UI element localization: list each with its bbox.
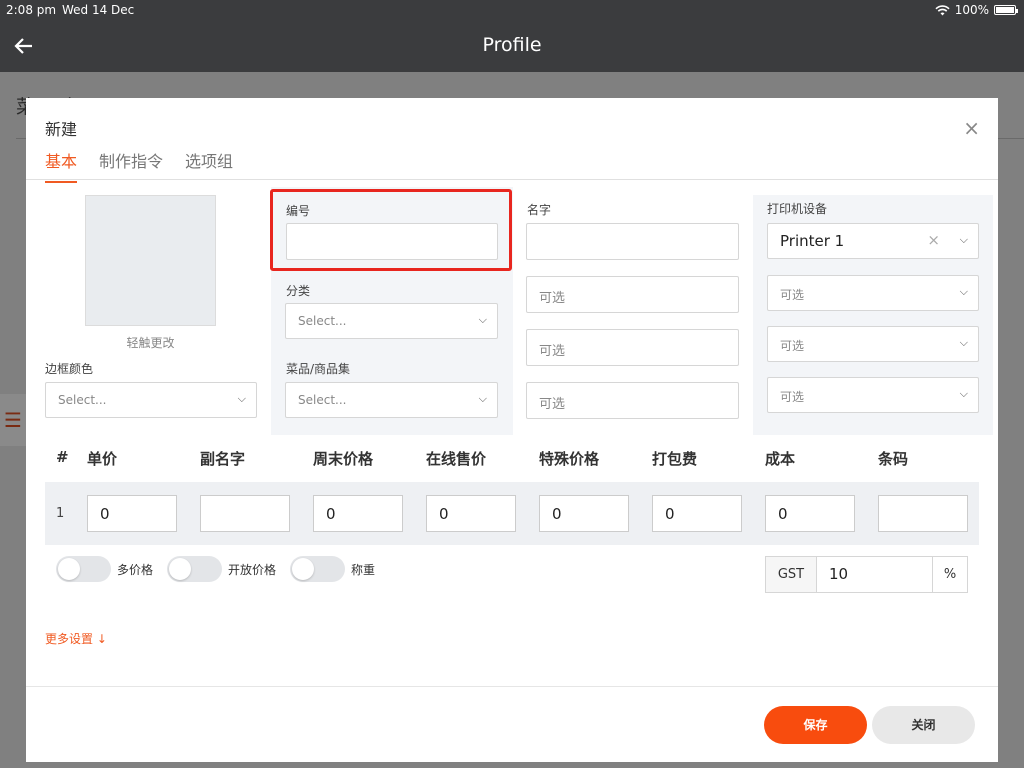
header-unit-price: 单价 [87,450,118,468]
open-price-toggle-group: 开放价格 [167,556,276,582]
header-barcode: 条码 [878,450,909,468]
status-date: Wed 14 Dec [62,3,135,17]
weighing-label: 称重 [351,562,376,577]
category-select[interactable]: Select... ⌵ [285,303,498,339]
category-placeholder: Select... [298,314,347,328]
header-weekend-price: 周末价格 [313,450,374,468]
chevron-down-icon: ⌵ [478,313,487,326]
border-color-label: 边框颜色 [45,362,94,376]
gst-label: GST [766,557,817,592]
border-color-placeholder: Select... [58,393,107,407]
gst-field: GST 10 % [765,556,968,593]
status-bar: 2:08 pm Wed 14 Dec 100% [0,0,1024,20]
battery-icon [994,5,1018,15]
item-image[interactable] [85,195,216,326]
weighing-toggle-group: 称重 [290,556,375,582]
printer-optional-1-placeholder: 可选 [780,288,805,302]
header-special-price: 特殊价格 [539,450,600,468]
new-item-modal: 新建 × 基本 制作指令 选项组 轻触更改 边框颜色 Select... ⌵ 编… [26,98,998,762]
tab-production-instructions[interactable]: 制作指令 [99,148,163,183]
printer-optional-3[interactable]: 可选 ⌵ [767,377,979,413]
chevron-down-icon: ⌵ [959,285,968,298]
multi-price-label: 多价格 [117,562,154,577]
barcode-input[interactable] [878,495,968,532]
chevron-down-icon: ⌵ [959,336,968,349]
weekend-price-input[interactable]: 0 [313,495,403,532]
wifi-icon [935,4,950,15]
printer-optional-2[interactable]: 可选 ⌵ [767,326,979,362]
open-price-toggle[interactable] [167,556,222,582]
name-label: 名字 [527,203,552,217]
border-color-select[interactable]: Select... ⌵ [45,382,257,418]
app-bar: Profile [0,20,1024,72]
code-field-highlight [270,189,512,271]
printer-optional-1[interactable]: 可选 ⌵ [767,275,979,311]
name-input[interactable] [526,223,739,260]
tab-bar: 基本 制作指令 选项组 [45,148,233,183]
collection-placeholder: Select... [298,393,347,407]
price-table-header: # 单价 副名字 周末价格 在线售价 特殊价格 打包费 成本 条码 [26,448,998,472]
chevron-down-icon: ⌵ [959,387,968,400]
packing-fee-input[interactable]: 0 [652,495,742,532]
modal-title: 新建 [45,120,78,139]
special-price-input[interactable]: 0 [539,495,629,532]
more-settings-link[interactable]: 更多设置 ↓ [45,630,107,647]
clear-icon[interactable]: × [927,231,940,249]
printer-select[interactable]: Printer 1 × ⌵ [767,223,979,259]
close-icon[interactable]: × [963,116,980,140]
category-label: 分类 [286,284,311,298]
chevron-down-icon: ⌵ [237,392,246,405]
printer-label: 打印机设备 [767,202,828,216]
gst-input[interactable]: 10 [817,557,932,592]
table-row: 1 0 0 0 0 0 0 [45,482,979,545]
unit-price-input[interactable]: 0 [87,495,177,532]
online-price-input[interactable]: 0 [426,495,516,532]
hamburger-icon: ☰ [0,394,26,446]
open-price-label: 开放价格 [228,562,277,577]
header-packing-fee: 打包费 [652,450,698,468]
battery-percent: 100% [954,3,989,17]
status-right: 100% [935,3,1018,17]
name-optional-3[interactable]: 可选 [526,382,739,419]
tabs-divider [26,179,998,180]
header-subname: 副名字 [200,450,246,468]
header-index: # [56,448,69,466]
printer-optional-2-placeholder: 可选 [780,339,805,353]
app-title: Profile [482,34,542,56]
name-optional-2[interactable]: 可选 [526,329,739,366]
printer-optional-3-placeholder: 可选 [780,390,805,404]
subname-input[interactable] [200,495,290,532]
chevron-down-icon: ⌵ [478,392,487,405]
weighing-toggle[interactable] [290,556,345,582]
cost-input[interactable]: 0 [765,495,855,532]
gst-unit: % [932,557,967,592]
collection-label: 菜品/商品集 [286,362,351,376]
image-caption: 轻触更改 [126,336,175,350]
status-time: 2:08 pm [6,3,57,17]
header-online-price: 在线售价 [426,450,487,468]
header-cost: 成本 [765,450,796,468]
tab-option-groups[interactable]: 选项组 [185,148,233,183]
chevron-down-icon: ⌵ [959,233,968,246]
collection-select[interactable]: Select... ⌵ [285,382,498,418]
printer-selected: Printer 1 [780,232,845,250]
row-index: 1 [56,506,65,521]
name-optional-1[interactable]: 可选 [526,276,739,313]
multi-price-toggle[interactable] [56,556,111,582]
multi-price-toggle-group: 多价格 [56,556,153,582]
close-button[interactable]: 关闭 [872,706,975,744]
tab-basic[interactable]: 基本 [45,148,78,183]
save-button[interactable]: 保存 [764,706,867,744]
footer-divider [26,686,998,687]
